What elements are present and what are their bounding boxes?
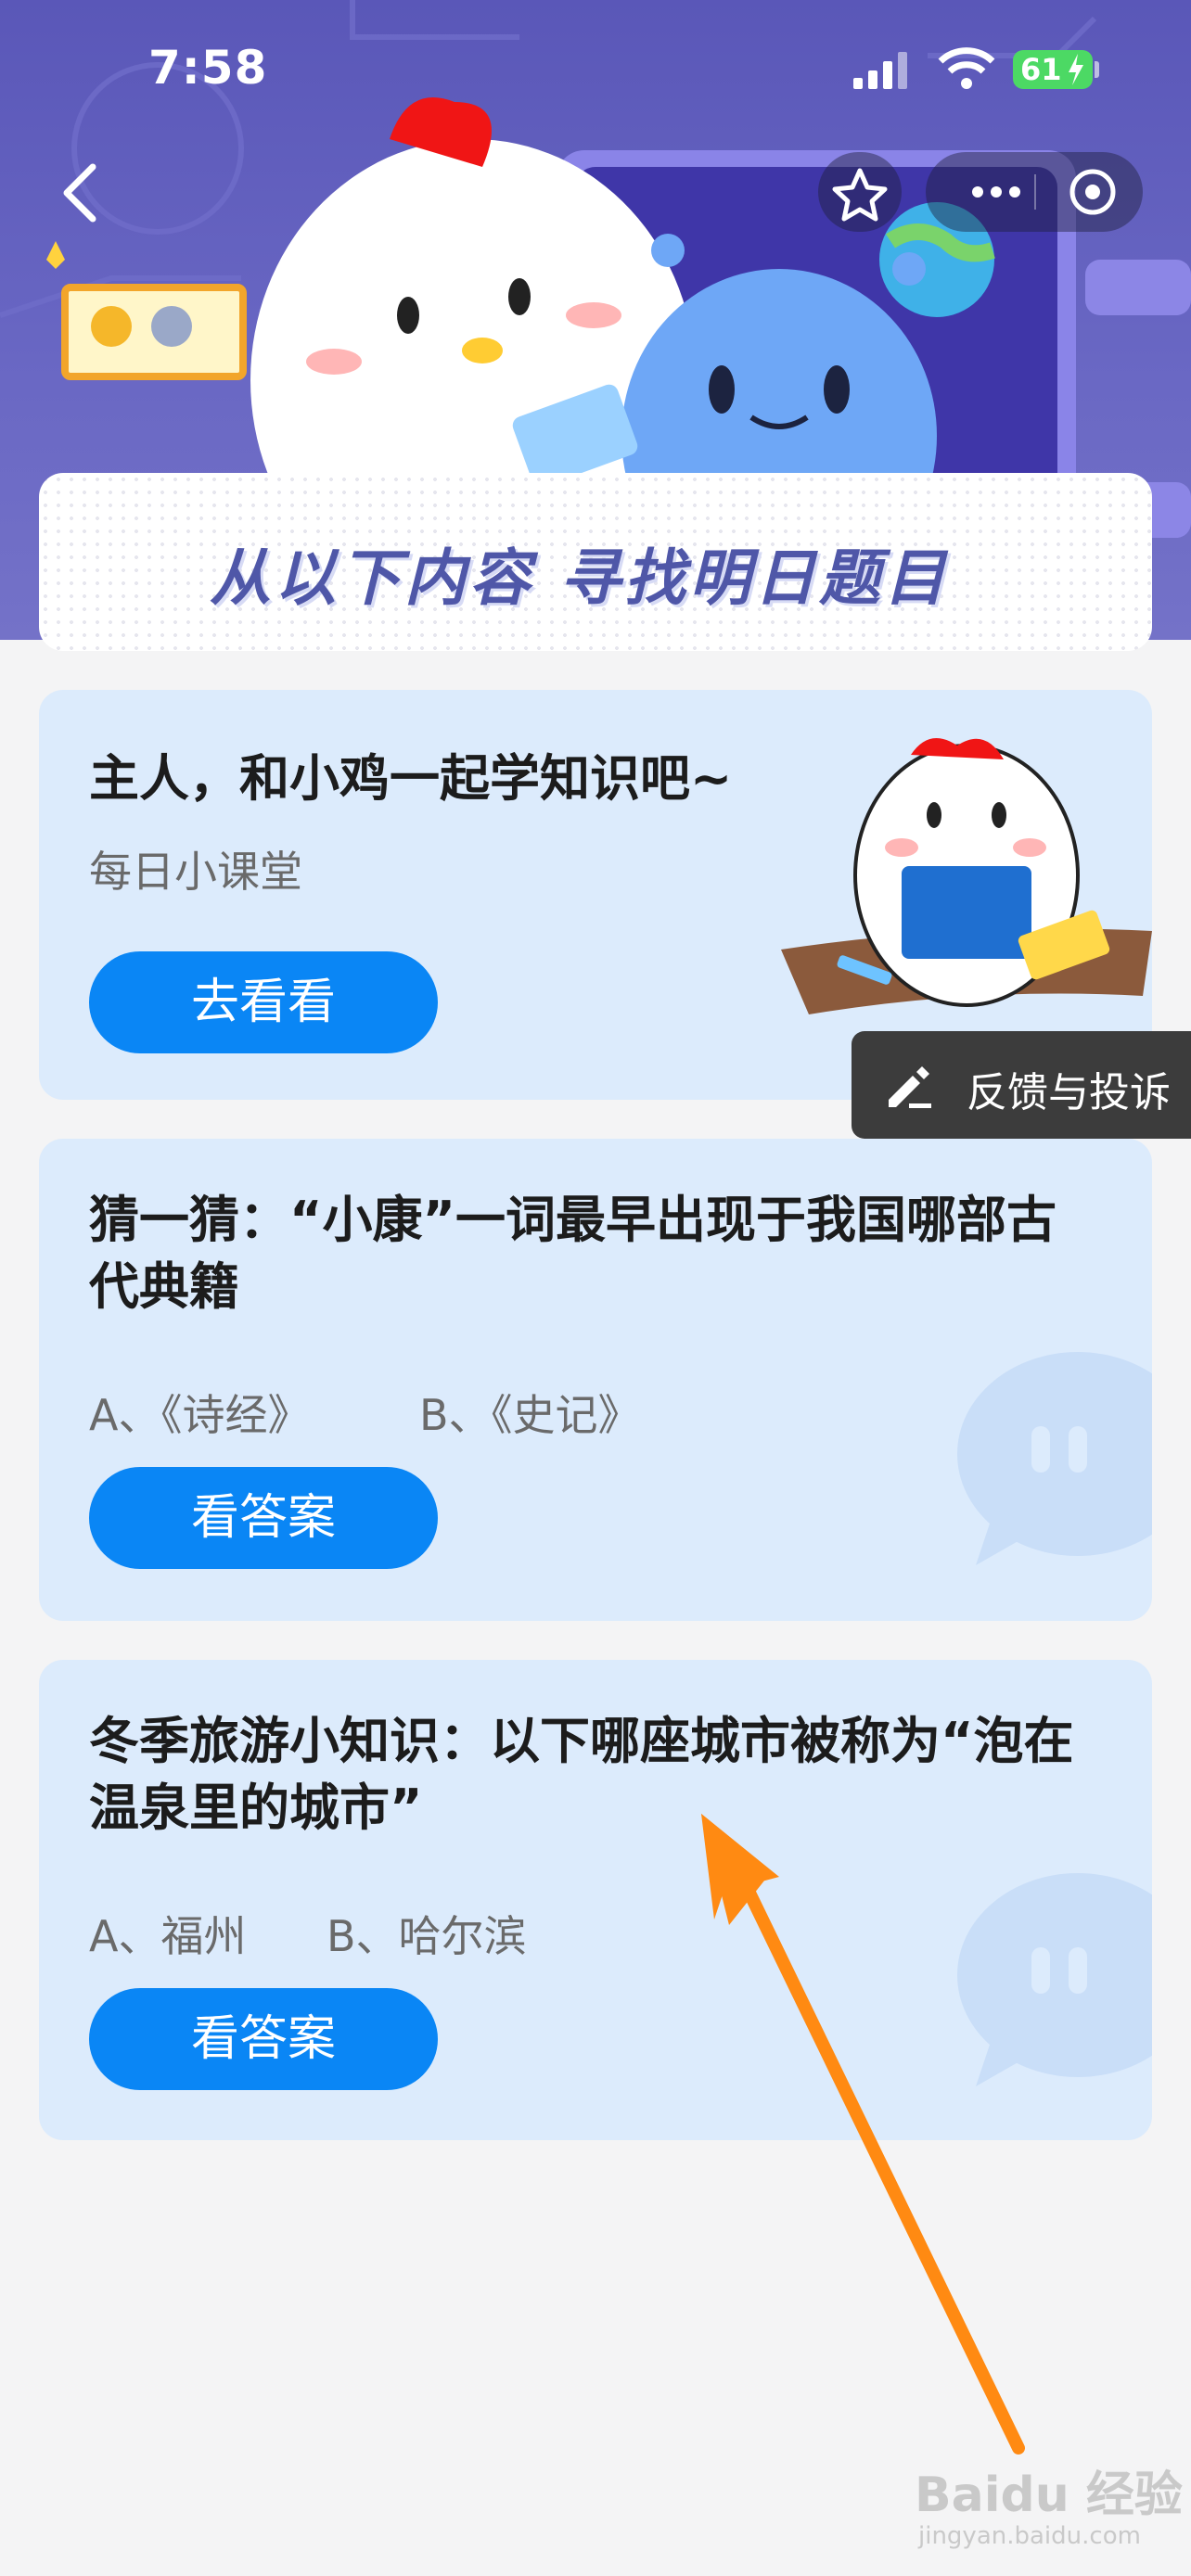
quiz-question: 冬季旅游小知识：以下哪座城市被称为“泡在温泉里的城市” — [89, 1712, 1074, 1837]
view-answer-button[interactable]: 看答案 — [89, 1467, 438, 1569]
chat-bubble-decoration — [957, 1352, 1152, 1565]
watermark-url: jingyan.baidu.com — [918, 2522, 1141, 2550]
battery-indicator: 61 — [1013, 50, 1093, 89]
quiz-option-a: A、《诗经》 — [89, 1390, 311, 1440]
quiz-card: 冬季旅游小知识：以下哪座城市被称为“泡在温泉里的城市” A、福州 B、哈尔滨 看… — [39, 1660, 1152, 2140]
more-button[interactable] — [950, 152, 1033, 232]
lesson-subtitle: 每日小课堂 — [89, 847, 302, 897]
battery-level: 61 — [1020, 52, 1062, 87]
chicken-reading-illustration — [781, 738, 1152, 1014]
quiz-option-a: A、福州 — [89, 1911, 247, 1961]
signal-icon — [853, 52, 907, 89]
back-button[interactable] — [52, 156, 108, 230]
feedback-button[interactable]: 反馈与投诉 — [852, 1031, 1191, 1139]
quiz-option-b: B、哈尔滨 — [327, 1911, 527, 1961]
quiz-card: 猜一猜：“小康”一词最早出现于我国哪部古代典籍 A、《诗经》 B、《史记》 看答… — [39, 1139, 1152, 1621]
go-look-button[interactable]: 去看看 — [89, 951, 438, 1053]
watermark-logo: Baidu 经验 — [915, 2468, 1183, 2523]
page: 7:58 61 从以下内容 寻找明日题目 主人，和小鸡一起学知识吧~ 每日小课堂… — [0, 0, 1191, 2576]
capsule-divider — [1034, 174, 1036, 210]
quiz-option-b: B、《史记》 — [419, 1390, 641, 1440]
quiz-question: 猜一猜：“小康”一词最早出现于我国哪部古代典籍 — [89, 1191, 1057, 1316]
view-answer-button[interactable]: 看答案 — [89, 1988, 438, 2090]
battery-tip — [1095, 61, 1099, 78]
favorite-button[interactable] — [818, 152, 902, 232]
charging-bolt-icon — [1069, 54, 1083, 85]
feedback-label: 反馈与投诉 — [967, 1069, 1171, 1116]
edit-pencil-icon — [889, 1066, 931, 1108]
headline-title: 从以下内容 寻找明日题目 — [210, 542, 949, 614]
status-time: 7:58 — [148, 41, 268, 95]
close-miniapp-button[interactable] — [1054, 152, 1132, 232]
star-icon — [832, 168, 888, 222]
more-dots-icon — [972, 186, 1020, 198]
wifi-icon — [938, 47, 995, 89]
chat-bubble-decoration — [957, 1873, 1152, 2086]
target-circle-icon — [1069, 169, 1116, 215]
miniapp-capsule — [926, 152, 1143, 232]
